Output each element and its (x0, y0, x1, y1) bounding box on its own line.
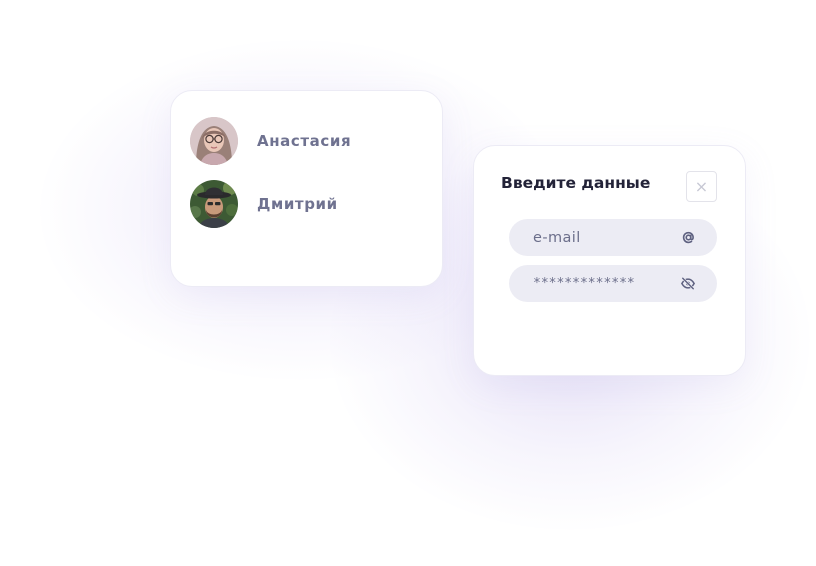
login-card: Введите данные × e-mail ************* (473, 145, 746, 376)
close-button[interactable]: × (686, 171, 717, 202)
contact-name: Дмитрий (257, 195, 338, 213)
at-sign-icon (681, 231, 695, 245)
email-input-value: e-mail (533, 229, 581, 246)
password-input-value: ************* (533, 276, 635, 291)
contacts-card: Анастасия Дмитрий (170, 90, 443, 287)
contact-name: Анастасия (257, 132, 352, 150)
contact-item[interactable]: Анастасия (190, 116, 351, 166)
screen: Анастасия Дмитрий Введите данные × e-mai… (0, 0, 816, 566)
email-field[interactable]: e-mail (509, 219, 717, 256)
close-icon: × (694, 176, 709, 196)
contact-item[interactable]: Дмитрий (190, 179, 338, 229)
form-title: Введите данные (501, 174, 651, 192)
password-field[interactable]: ************* (509, 265, 717, 302)
eye-off-icon[interactable] (681, 277, 695, 291)
avatar (190, 180, 238, 228)
avatar (190, 117, 238, 165)
